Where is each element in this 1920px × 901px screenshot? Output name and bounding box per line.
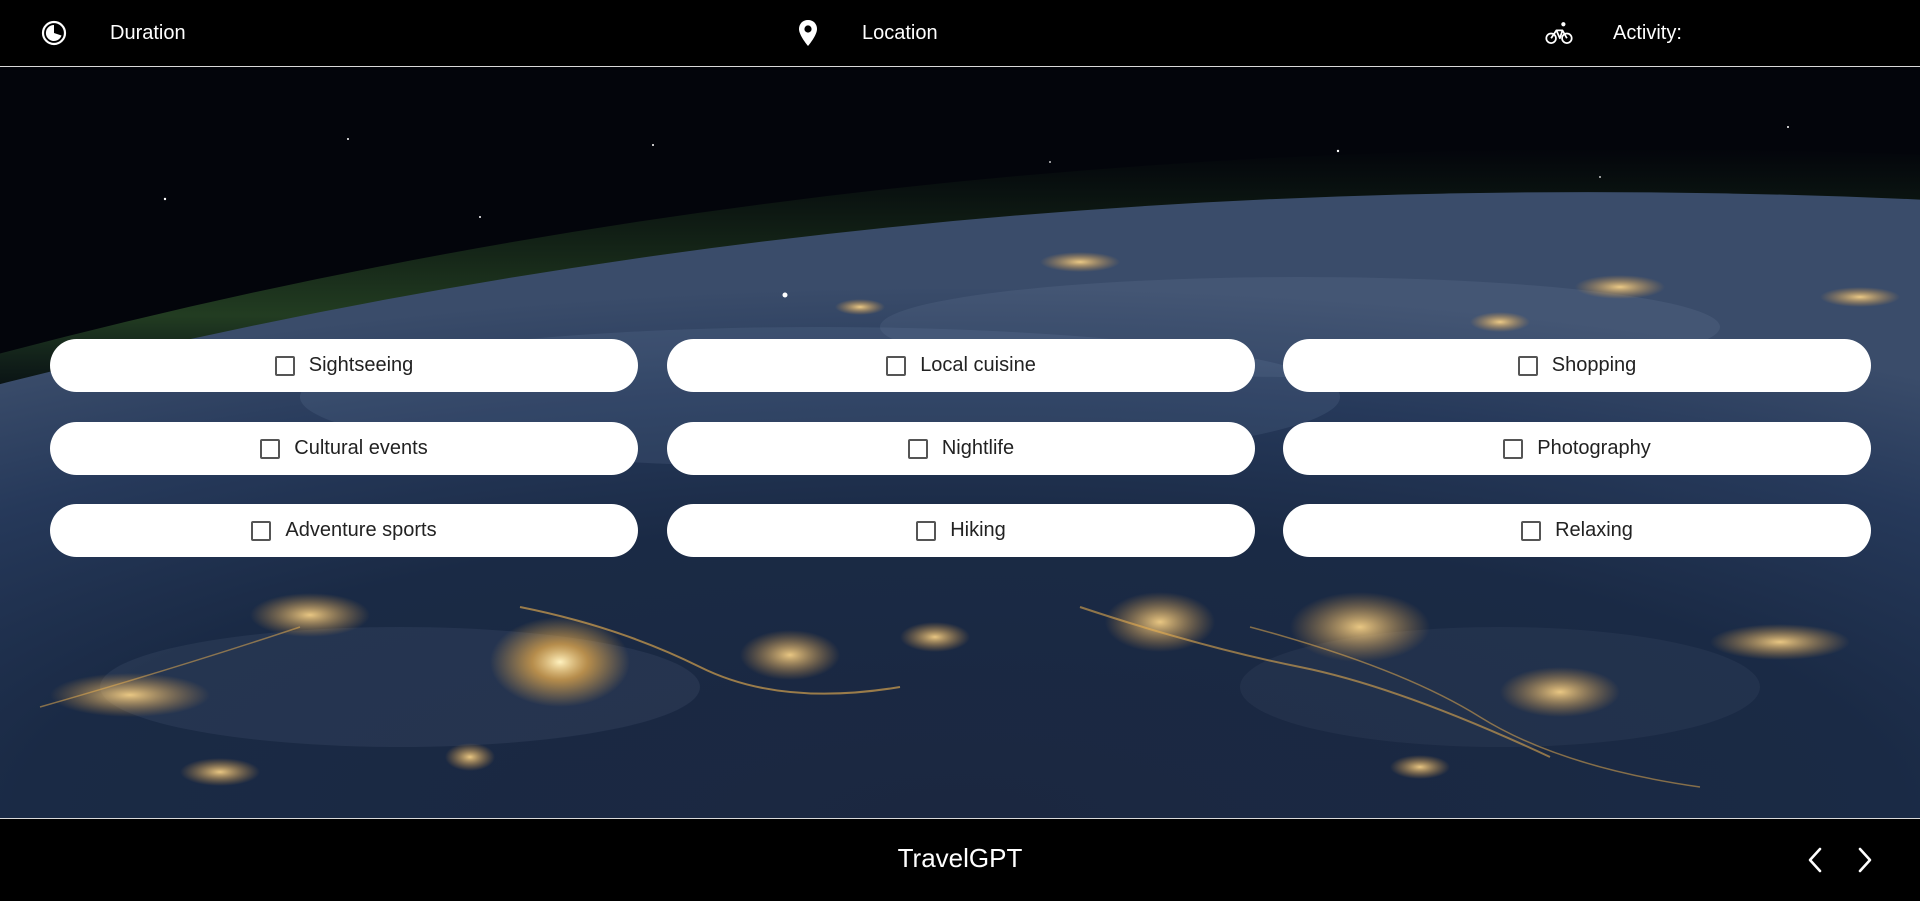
activity-filter[interactable]: Activity: [1545,0,1682,66]
activity-option-hiking[interactable]: Hiking [667,504,1255,557]
photography-checkbox[interactable] [1503,438,1524,459]
shopping-checkbox[interactable] [1517,355,1538,376]
footer-bar: TravelGPT [0,818,1920,901]
local-cuisine-label: Local cuisine [920,354,1036,376]
activity-option-local-cuisine[interactable]: Local cuisine [667,339,1255,392]
location-label: Location [862,21,938,44]
nightlife-label: Nightlife [941,437,1015,459]
nightlife-checkbox[interactable] [907,438,928,459]
hiking-checkbox[interactable] [916,520,937,541]
chevron-right-icon [1858,847,1872,873]
activity-option-relaxing[interactable]: Relaxing [1283,504,1871,557]
activity-option-adventure-sports[interactable]: Adventure sports [50,504,638,557]
shopping-label: Shopping [1551,354,1637,376]
photography-label: Photography [1537,437,1651,459]
activity-label: Activity: [1613,21,1682,44]
chevron-left-icon [1808,847,1822,873]
duration-filter[interactable]: Duration [40,0,186,66]
bicycle-icon [1545,19,1573,47]
adventure-sports-label: Adventure sports [285,519,437,541]
sightseeing-label: Sightseeing [308,354,414,376]
sightseeing-checkbox[interactable] [274,355,295,376]
top-bar: Duration Location Activity: [0,0,1920,67]
activity-option-sightseeing[interactable]: Sightseeing [50,339,638,392]
cultural-events-label: Cultural events [294,437,428,459]
relaxing-label: Relaxing [1555,519,1633,541]
next-button[interactable] [1850,845,1880,875]
local-cuisine-checkbox[interactable] [886,355,907,376]
prev-button[interactable] [1800,845,1830,875]
relaxing-checkbox[interactable] [1521,520,1542,541]
map-pin-icon [794,19,822,47]
activity-option-photography[interactable]: Photography [1283,422,1871,475]
earth-night-background: Sightseeing Local cuisine Shopping Cultu… [0,67,1920,818]
adventure-sports-checkbox[interactable] [251,520,272,541]
activity-option-nightlife[interactable]: Nightlife [667,422,1255,475]
hiking-label: Hiking [950,519,1006,541]
location-filter[interactable]: Location [794,0,938,66]
activity-option-shopping[interactable]: Shopping [1283,339,1871,392]
activity-option-cultural-events[interactable]: Cultural events [50,422,638,475]
timer-icon [40,19,68,47]
cultural-events-checkbox[interactable] [260,438,281,459]
brand-title: TravelGPT [897,843,1023,873]
duration-label: Duration [110,21,186,44]
